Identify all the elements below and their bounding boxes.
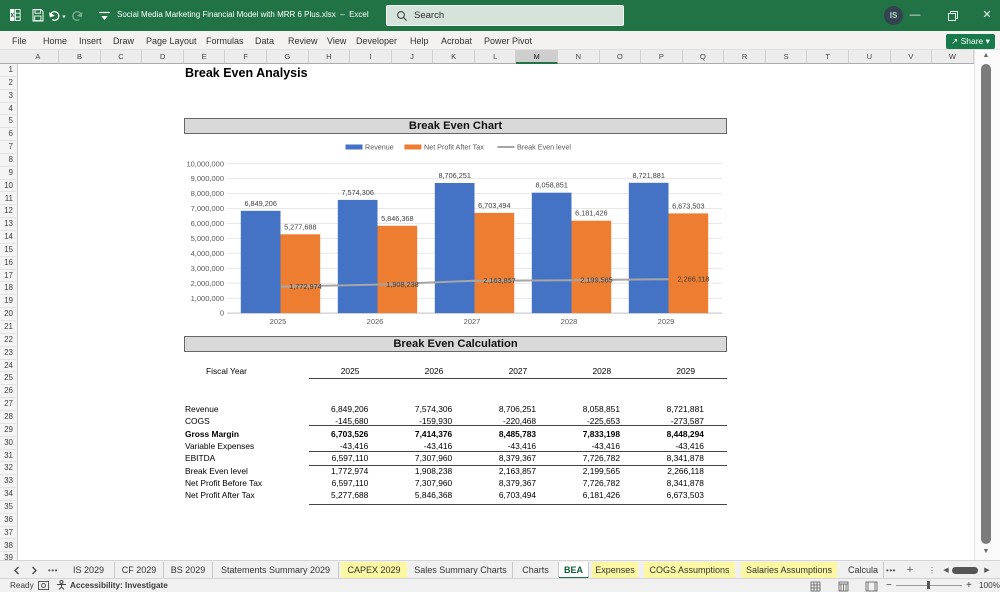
svg-text:7,574,306: 7,574,306 <box>341 188 373 197</box>
svg-text:5,277,688: 5,277,688 <box>284 222 316 231</box>
svg-text:10,000,000: 10,000,000 <box>186 159 224 168</box>
svg-text:0: 0 <box>220 309 224 318</box>
svg-text:6,000,000: 6,000,000 <box>191 219 224 228</box>
svg-text:9,000,000: 9,000,000 <box>191 174 224 183</box>
svg-text:6,849,206: 6,849,206 <box>244 199 276 208</box>
svg-text:2027: 2027 <box>464 317 481 326</box>
svg-text:8,706,251: 8,706,251 <box>438 171 470 180</box>
svg-text:4,000,000: 4,000,000 <box>191 249 224 258</box>
svg-text:6,703,494: 6,703,494 <box>478 201 510 210</box>
svg-text:2028: 2028 <box>561 317 578 326</box>
svg-text:6,181,426: 6,181,426 <box>575 209 607 218</box>
svg-text:2029: 2029 <box>658 317 675 326</box>
svg-text:5,846,368: 5,846,368 <box>381 214 413 223</box>
svg-text:2,266,118: 2,266,118 <box>678 275 710 284</box>
svg-text:6,673,503: 6,673,503 <box>672 201 704 210</box>
svg-text:Net Profit After Tax: Net Profit After Tax <box>424 143 484 152</box>
svg-text:1,772,974: 1,772,974 <box>289 282 321 291</box>
svg-text:2026: 2026 <box>367 317 384 326</box>
svg-text:5,000,000: 5,000,000 <box>191 234 224 243</box>
svg-text:Revenue: Revenue <box>365 143 394 152</box>
svg-text:2,199,565: 2,199,565 <box>580 276 612 285</box>
svg-text:1,908,238: 1,908,238 <box>386 280 418 289</box>
svg-text:Break Even level: Break Even level <box>517 143 571 152</box>
svg-text:2025: 2025 <box>270 317 287 326</box>
svg-text:8,721,881: 8,721,881 <box>632 171 664 180</box>
svg-text:3,000,000: 3,000,000 <box>191 264 224 273</box>
svg-text:2,000,000: 2,000,000 <box>191 279 224 288</box>
svg-text:1,000,000: 1,000,000 <box>191 294 224 303</box>
svg-text:7,000,000: 7,000,000 <box>191 204 224 213</box>
svg-text:2,163,857: 2,163,857 <box>483 276 515 285</box>
svg-text:8,058,851: 8,058,851 <box>535 181 567 190</box>
svg-text:8,000,000: 8,000,000 <box>191 189 224 198</box>
